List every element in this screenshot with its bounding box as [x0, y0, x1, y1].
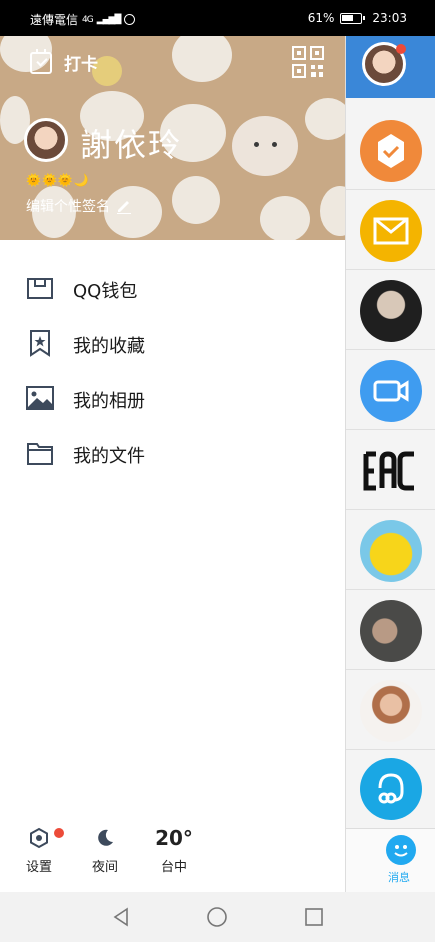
menu-item-album[interactable]: 我的相册 — [0, 378, 345, 418]
smile-icon — [394, 845, 408, 857]
divider — [346, 269, 435, 270]
clock: 23:03 — [372, 11, 407, 25]
avatar[interactable] — [360, 440, 422, 502]
avatar[interactable] — [360, 120, 422, 182]
settings-button[interactable]: 设置 — [22, 824, 64, 875]
bookmark-star-icon — [30, 330, 50, 357]
menu-item-label: QQ钱包 — [73, 281, 138, 302]
image-icon — [26, 386, 54, 410]
pattern-shape — [260, 196, 310, 240]
video-camera-icon — [373, 380, 409, 402]
divider — [346, 669, 435, 670]
menu-item-files[interactable]: 我的文件 — [0, 433, 345, 473]
background-tab-bar: 消息 — [346, 828, 435, 892]
home-icon[interactable] — [206, 906, 228, 928]
avatar[interactable] — [360, 758, 422, 820]
eac-logo-icon — [363, 451, 414, 491]
bear-eye-icon — [254, 142, 259, 147]
avatar[interactable] — [360, 680, 422, 742]
battery-percent: 61% — [307, 11, 335, 25]
qq-level-badges[interactable]: 🌞🌞🌞🌙 — [26, 173, 90, 187]
weather-widget[interactable]: 20° 台中 — [154, 824, 194, 875]
notification-dot — [54, 828, 64, 838]
status-right: 61% 23:03 — [308, 11, 407, 25]
status-left: 遠傳電信 4G ▂▄▆█ — [30, 11, 136, 28]
signature-placeholder: 编辑个性签名 — [26, 199, 110, 215]
status-bar: 遠傳電信 4G ▂▄▆█ 61% 23:03 — [0, 0, 435, 36]
menu-item-label: 我的收藏 — [73, 336, 145, 357]
checkin-button[interactable]: 打卡 — [30, 48, 98, 75]
sync-icon — [124, 14, 136, 25]
user-avatar[interactable] — [24, 118, 68, 162]
back-icon[interactable] — [110, 906, 132, 928]
message-tab-label: 消息 — [388, 871, 410, 884]
pencil-icon — [117, 201, 131, 214]
carrier-name: 遠傳電信 — [30, 13, 79, 27]
mail-icon — [373, 217, 409, 245]
avatar[interactable] — [360, 360, 422, 422]
qr-code-icon[interactable] — [292, 46, 324, 78]
checkin-label: 打卡 — [64, 55, 98, 75]
recent-apps-icon[interactable] — [303, 906, 325, 928]
night-label: 夜间 — [91, 860, 118, 875]
qq-service-icon — [378, 773, 404, 804]
pattern-shape — [172, 36, 232, 82]
divider — [346, 189, 435, 190]
user-nickname[interactable]: 謝依玲 — [80, 120, 182, 166]
settings-label: 设置 — [25, 860, 52, 875]
divider — [346, 749, 435, 750]
notification-dot — [396, 44, 406, 54]
folder-icon — [27, 443, 53, 465]
menu-item-favorites[interactable]: 我的收藏 — [0, 323, 345, 363]
pattern-shape — [172, 176, 220, 224]
network-type: 4G — [82, 14, 94, 25]
profile-header[interactable]: 打卡 謝依玲 🌞🌞🌞🌙 编辑个性签名 — [0, 36, 345, 240]
hexagon-settings-icon — [30, 827, 48, 849]
drawer-bottom-bar: 设置 夜间 20° 台中 — [0, 824, 345, 884]
avatar[interactable] — [360, 520, 422, 582]
weather-city: 台中 — [160, 860, 187, 875]
avatar[interactable] — [360, 600, 422, 662]
menu-item-wallet[interactable]: QQ钱包 — [0, 268, 345, 308]
signal-icon: ▂▄▆█ — [96, 14, 122, 25]
calendar-check-icon — [30, 48, 52, 74]
check-badge-icon — [378, 134, 404, 168]
side-drawer: 打卡 謝依玲 🌞🌞🌞🌙 编辑个性签名 QQ钱包 我的收藏 我的相册 我的文件 设… — [0, 36, 345, 892]
message-tab-icon[interactable] — [386, 835, 416, 865]
moon-icon — [98, 829, 113, 846]
avatar[interactable] — [360, 200, 422, 262]
pattern-shape — [232, 116, 298, 176]
menu-item-label: 我的文件 — [73, 446, 145, 467]
avatar[interactable] — [360, 280, 422, 342]
night-mode-button[interactable]: 夜间 — [88, 824, 122, 875]
pattern-shape — [305, 98, 345, 140]
divider — [346, 349, 435, 350]
background-conversation-list[interactable]: 消息 — [345, 36, 435, 892]
wallet-icon — [27, 278, 53, 299]
menu-item-label: 我的相册 — [73, 391, 145, 412]
divider — [346, 429, 435, 430]
divider — [346, 509, 435, 510]
system-navigation-bar — [0, 892, 435, 942]
battery-icon — [340, 12, 366, 24]
divider — [346, 589, 435, 590]
edit-signature[interactable]: 编辑个性签名 — [26, 196, 132, 216]
weather-temperature: 20° — [155, 826, 193, 850]
pattern-shape — [320, 186, 345, 236]
bear-eye-icon — [272, 142, 277, 147]
